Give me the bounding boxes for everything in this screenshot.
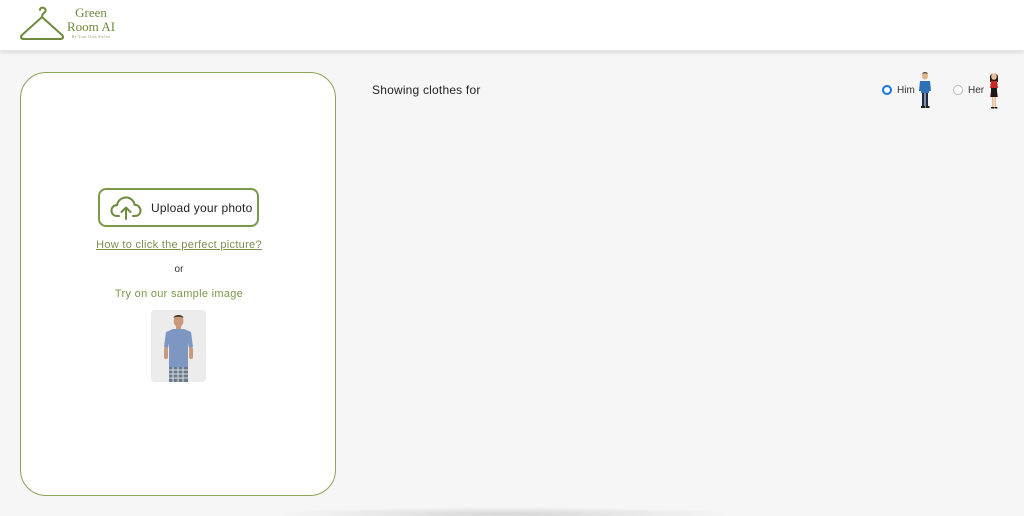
brand-line2: Room AI <box>67 19 116 34</box>
gender-option-him[interactable]: Him <box>882 71 933 109</box>
upload-panel: Upload your photo How to click the perfe… <box>20 72 336 496</box>
brand-logo[interactable]: Green Room AI Be Your Own Stylist <box>19 6 115 42</box>
top-header: Green Room AI Be Your Own Stylist <box>0 0 1024 51</box>
brand-tagline: Be Your Own Stylist <box>71 34 111 39</box>
or-divider-text: or <box>174 264 184 275</box>
her-radio[interactable] <box>953 85 963 95</box>
hanger-icon <box>19 6 65 40</box>
upload-photo-button[interactable]: Upload your photo <box>98 188 259 227</box>
gender-option-her[interactable]: Her <box>953 71 1002 109</box>
him-radio[interactable] <box>882 85 892 95</box>
man-figure-icon <box>918 72 931 108</box>
upload-button-label: Upload your photo <box>151 200 253 215</box>
sample-image-thumbnail[interactable] <box>151 310 206 382</box>
brand-text: Green Room AI Be Your Own Stylist <box>67 6 115 40</box>
woman-figure-icon <box>990 73 999 109</box>
sample-model-image <box>151 310 206 382</box>
sample-image-label: Try on our sample image <box>114 288 244 300</box>
him-label: Him <box>897 84 915 96</box>
showing-clothes-label: Showing clothes for <box>372 83 481 97</box>
her-label: Her <box>968 84 985 96</box>
cloud-upload-icon <box>110 196 142 220</box>
brand-line1: Green <box>75 5 107 20</box>
photo-tips-link[interactable]: How to click the perfect picture? <box>21 239 337 251</box>
bottom-shadow-decoration <box>270 507 740 516</box>
